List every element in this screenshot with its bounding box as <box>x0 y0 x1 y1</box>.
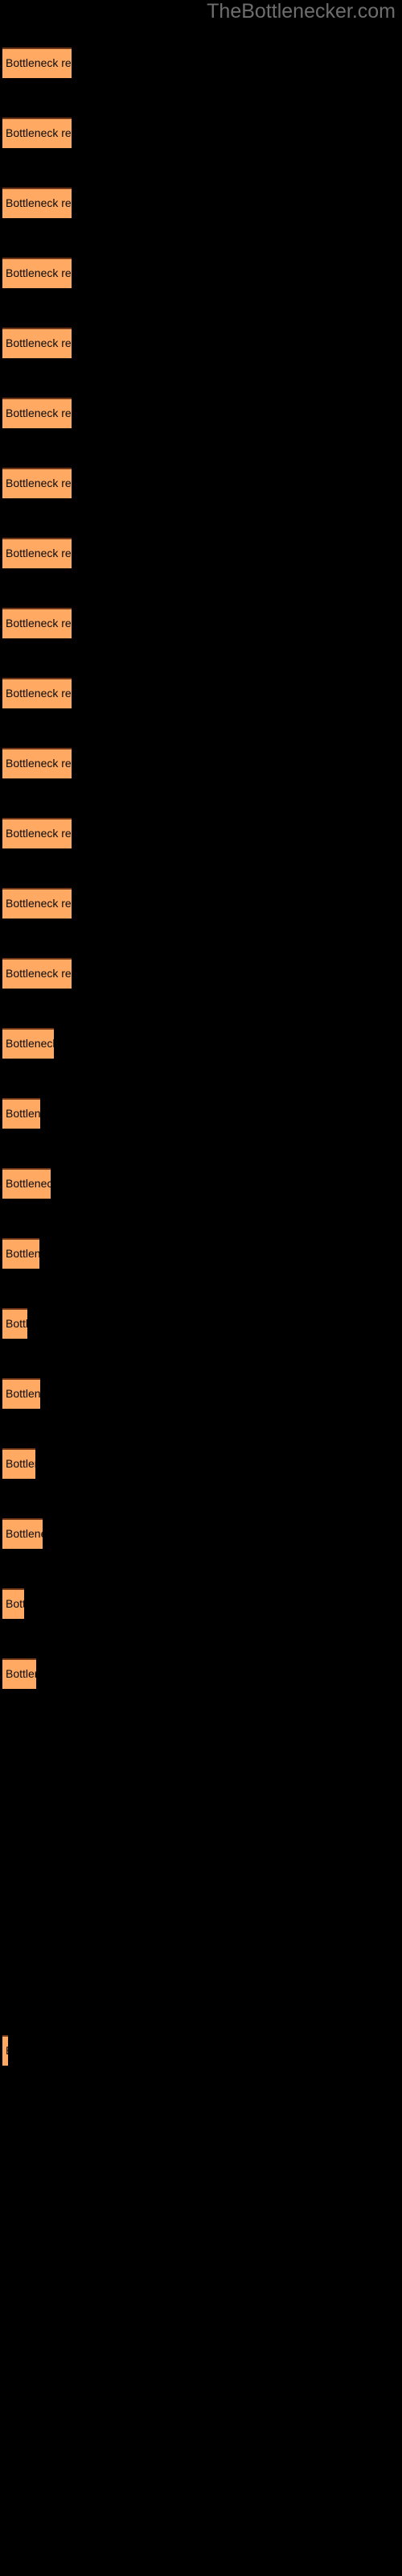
bar-label: Bottleneck result <box>6 196 72 209</box>
bar-label-clip: Bottleneck result <box>2 748 72 778</box>
bar-label-clip: Bottleneck result <box>2 818 72 848</box>
bar-label-clip: Bottleneck result <box>2 888 72 919</box>
bar-label: Bottleneck result <box>6 967 72 980</box>
bar-label-clip: Bottleneck result <box>2 398 72 428</box>
bar-label-clip: Bottleneck result <box>2 118 72 148</box>
bar-label-clip: Bottleneck result <box>2 47 72 78</box>
bar-chart: TheBottlenecker.com Bottleneck resultBot… <box>0 0 402 2576</box>
bar-label-clip: Bottleneck result <box>2 1518 43 1549</box>
bar-label: Bottleneck result <box>6 1527 43 1540</box>
bar-label-clip: Bottleneck result <box>2 468 72 498</box>
bar-label: Bottleneck result <box>6 56 72 69</box>
bar-label-clip: Bottleneck result <box>2 258 72 288</box>
bar-label-clip: Bottleneck result <box>2 538 72 568</box>
bar-label: Bottleneck result <box>6 827 72 840</box>
bar-label: Bottleneck result <box>6 1247 39 1260</box>
bar-label: Bottleneck result <box>6 1457 35 1470</box>
bar-label-clip: Bottleneck result <box>2 328 72 358</box>
bar-label: Bottleneck result <box>6 1667 36 1680</box>
plot-area: Bottleneck result Bottleneck result Bottle… <box>0 0 402 2576</box>
bar-label-clip: Bottleneck result <box>2 188 72 218</box>
bar-label-clip: Bottleneck result <box>2 1378 40 1409</box>
bar-label: Bottleneck result <box>6 897 72 910</box>
bar-label-clip: Bottleneck result <box>2 1168 51 1199</box>
bar-label: Bottleneck result <box>6 1387 40 1400</box>
bar-label-clip: Bottleneck result <box>2 1028 54 1059</box>
bar-label: Bottleneck result <box>6 1037 54 1050</box>
bar-label: Bottleneck result <box>6 407 72 419</box>
bar-label-clip: Bottleneck result <box>2 2035 8 2066</box>
bar-label: Bottleneck result <box>6 1317 27 1330</box>
bar-label: Bottleneck result <box>6 2035 8 2066</box>
bar-label-clip: Bottleneck result <box>2 1448 35 1479</box>
bar-label-clip: Bottleneck result <box>2 1588 24 1619</box>
bar-label: Bottleneck result <box>6 336 72 349</box>
bar-label: Bottleneck result <box>6 1597 24 1610</box>
bar-label-clip: Bottleneck result <box>2 958 72 989</box>
bar-label-clip: Bottleneck result <box>2 1308 27 1339</box>
bar-label: Bottleneck result <box>6 266 72 279</box>
bar-label: Bottleneck result <box>6 1107 40 1120</box>
bar-label: Bottleneck result <box>6 617 72 630</box>
bar-label: Bottleneck result <box>6 547 72 559</box>
bar-label: Bottleneck result <box>6 1177 51 1190</box>
bar-label-clip: Bottleneck result <box>2 608 72 638</box>
bar-label: Bottleneck result <box>6 477 72 489</box>
bar-label: Bottleneck result <box>6 687 72 700</box>
bar-label-clip: Bottleneck result <box>2 678 72 708</box>
bar-label: Bottleneck result <box>6 126 72 139</box>
bar-label-clip: Bottleneck result <box>2 1658 36 1689</box>
bar-label: Bottleneck result <box>6 757 72 770</box>
bar-label-clip: Bottleneck result <box>2 1098 40 1129</box>
bar-label-clip: Bottleneck result <box>2 1238 39 1269</box>
